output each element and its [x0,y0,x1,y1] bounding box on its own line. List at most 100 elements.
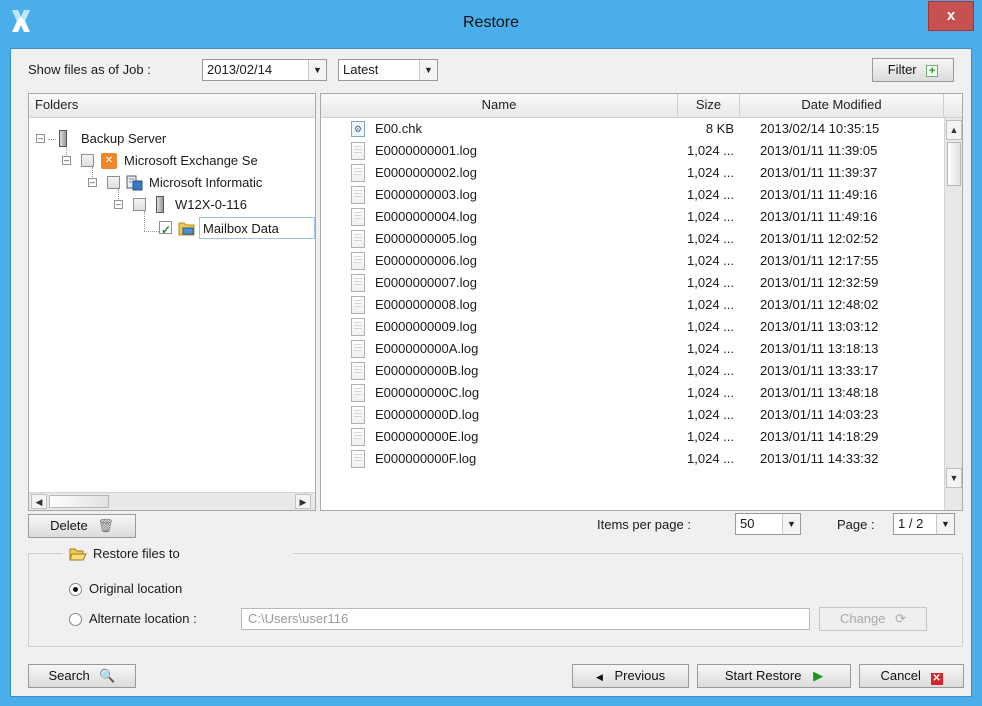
scroll-right-icon[interactable]: ▶ [295,494,311,509]
file-name-cell: E000000000D.log [375,407,480,422]
title-bar[interactable]: Restore x [0,0,982,48]
table-row[interactable]: E000000000F.log 1,024 ... 2013/01/11 14:33… [321,448,944,470]
chevron-down-icon: ▼ [936,514,954,534]
log-file-icon [351,164,365,182]
folders-header: Folders [29,94,315,118]
file-size-cell: 1,024 ... [687,319,734,334]
name-column-header[interactable]: Name [321,94,678,118]
file-name-cell: E0000000003.log [375,187,477,202]
file-size-cell: 1,024 ... [687,187,734,202]
collapse-icon[interactable]: – [62,156,71,165]
file-date-cell: 2013/02/14 10:35:15 [760,121,880,136]
scroll-thumb[interactable] [947,142,961,186]
collapse-icon[interactable]: – [88,178,97,187]
version-select[interactable]: Latest ▼ [338,59,438,81]
table-row[interactable]: E0000000007.log 1,024 ... 2013/01/11 12:32… [321,272,944,294]
tree-node-exchange[interactable]: – ✕ Microsoft Exchange Se [29,150,315,172]
file-name-cell: E0000000006.log [375,253,477,268]
log-file-icon [351,274,365,292]
file-date-cell: 2013/01/11 12:48:02 [760,297,879,312]
cancel-button[interactable]: Cancel ✕ [859,664,964,688]
tree-node-mailbox-data[interactable]: Mailbox Data [29,217,315,241]
size-column-header[interactable]: Size [678,94,740,118]
table-row[interactable]: E0000000009.log 1,024 ... 2013/01/11 13:03… [321,316,944,338]
tree-node-label: Mailbox Data [199,217,315,239]
file-size-cell: 1,024 ... [687,165,734,180]
table-row[interactable]: E000000000C.log 1,024 ... 2013/01/11 13:48… [321,382,944,404]
filter-button[interactable]: Filter + [872,58,954,82]
table-row[interactable]: E0000000006.log 1,024 ... 2013/01/11 12:17… [321,250,944,272]
table-row[interactable]: E0000000005.log 1,024 ... 2013/01/11 12:02… [321,228,944,250]
search-button[interactable]: Search 🔍 [28,664,136,688]
previous-label: Previous [614,668,666,683]
file-size-cell: 1,024 ... [687,275,734,290]
table-row[interactable]: E0000000008.log 1,024 ... 2013/01/11 12:48… [321,294,944,316]
file-date-cell: 2013/01/11 12:32:59 [760,275,879,290]
folders-h-scrollbar[interactable]: ◀ ▶ [29,492,315,510]
change-label: Change [839,611,886,626]
original-location-label: Original location [89,581,183,596]
plus-icon: + [926,65,939,77]
scroll-down-icon[interactable]: ▼ [946,468,962,488]
file-size-cell: 1,024 ... [687,209,734,224]
folder-open-icon [69,548,87,561]
original-location-radio[interactable] [69,583,82,596]
date-column-header[interactable]: Date Modified [740,94,944,118]
scroll-left-icon[interactable]: ◀ [31,494,47,509]
table-row[interactable]: E0000000002.log 1,024 ... 2013/01/11 11:39… [321,162,944,184]
table-row[interactable]: E000000000A.log 1,024 ... 2013/01/11 13:18… [321,338,944,360]
table-row[interactable]: E000000000B.log 1,024 ... 2013/01/11 13:33… [321,360,944,382]
delete-button[interactable]: Delete 🗑 [28,514,136,538]
file-size-cell: 1,024 ... [687,143,734,158]
server-icon [156,196,164,213]
tree-node-label: Microsoft Exchange Se [124,153,258,168]
page-value: 1 / 2 [898,516,924,531]
page-label: Page : [837,517,875,532]
play-icon: ▶ [813,668,824,683]
alternate-location-input[interactable]: C:\Users\user116 [241,608,810,630]
scroll-up-icon[interactable]: ▲ [946,120,962,140]
file-date-cell: 2013/01/11 12:17:55 [760,253,879,268]
information-store-checkbox[interactable] [107,176,120,189]
chevron-down-icon: ▼ [308,60,326,80]
tree-node-label: W12X-0-116 [175,197,248,212]
start-restore-button[interactable]: Start Restore ▶ [697,664,851,688]
page-select[interactable]: 1 / 2 ▼ [893,513,955,535]
file-name-cell: E000000000B.log [375,363,479,378]
exchange-checkbox[interactable] [81,154,94,167]
previous-button[interactable]: ◀ Previous [572,664,689,688]
server-checkbox[interactable] [133,198,146,211]
show-files-label: Show files as of Job : [28,62,151,77]
table-row[interactable]: E0000000003.log 1,024 ... 2013/01/11 11:49… [321,184,944,206]
table-row[interactable]: ⚙ E00.chk 8 KB 2013/02/14 10:35:15 [321,118,944,140]
table-row[interactable]: E000000000D.log 1,024 ... 2013/01/11 14:03… [321,404,944,426]
filter-label: Filter [887,62,917,77]
collapse-icon[interactable]: – [114,200,123,209]
job-date-value: 2013/02/14 [207,62,273,77]
files-v-scrollbar[interactable]: ▲ ▼ [944,118,962,510]
tree-node-backup-server[interactable]: – Backup Server [29,128,315,150]
table-row[interactable]: E0000000004.log 1,024 ... 2013/01/11 11:49… [321,206,944,228]
alternate-location-radio[interactable] [69,613,82,626]
scroll-thumb[interactable] [49,495,109,508]
file-name-cell: E000000000F.log [375,451,477,466]
collapse-icon[interactable]: – [36,134,45,143]
file-date-cell: 2013/01/11 11:39:37 [760,165,878,180]
table-row[interactable]: E0000000001.log 1,024 ... 2013/01/11 11:39… [321,140,944,162]
file-size-cell: 1,024 ... [687,429,734,444]
tree-node-information-store[interactable]: – Microsoft Informatic [29,172,315,194]
file-size-cell: 1,024 ... [687,385,734,400]
file-size-cell: 1,024 ... [687,341,734,356]
tree-node-server[interactable]: – W12X-0-116 [29,194,315,216]
change-button[interactable]: Change ⟳ [819,607,927,631]
close-button[interactable]: x [928,1,974,31]
items-per-page-select[interactable]: 50 ▼ [735,513,801,535]
table-row[interactable]: E000000000E.log 1,024 ... 2013/01/11 14:18… [321,426,944,448]
tree-node-label: Microsoft Informatic [149,175,263,190]
mailbox-data-checkbox[interactable] [159,219,172,241]
job-date-select[interactable]: 2013/02/14 ▼ [202,59,327,81]
log-file-icon [351,252,365,270]
file-name-cell: E0000000001.log [375,143,477,158]
file-size-cell: 1,024 ... [687,363,734,378]
file-name-cell: E000000000E.log [375,429,479,444]
